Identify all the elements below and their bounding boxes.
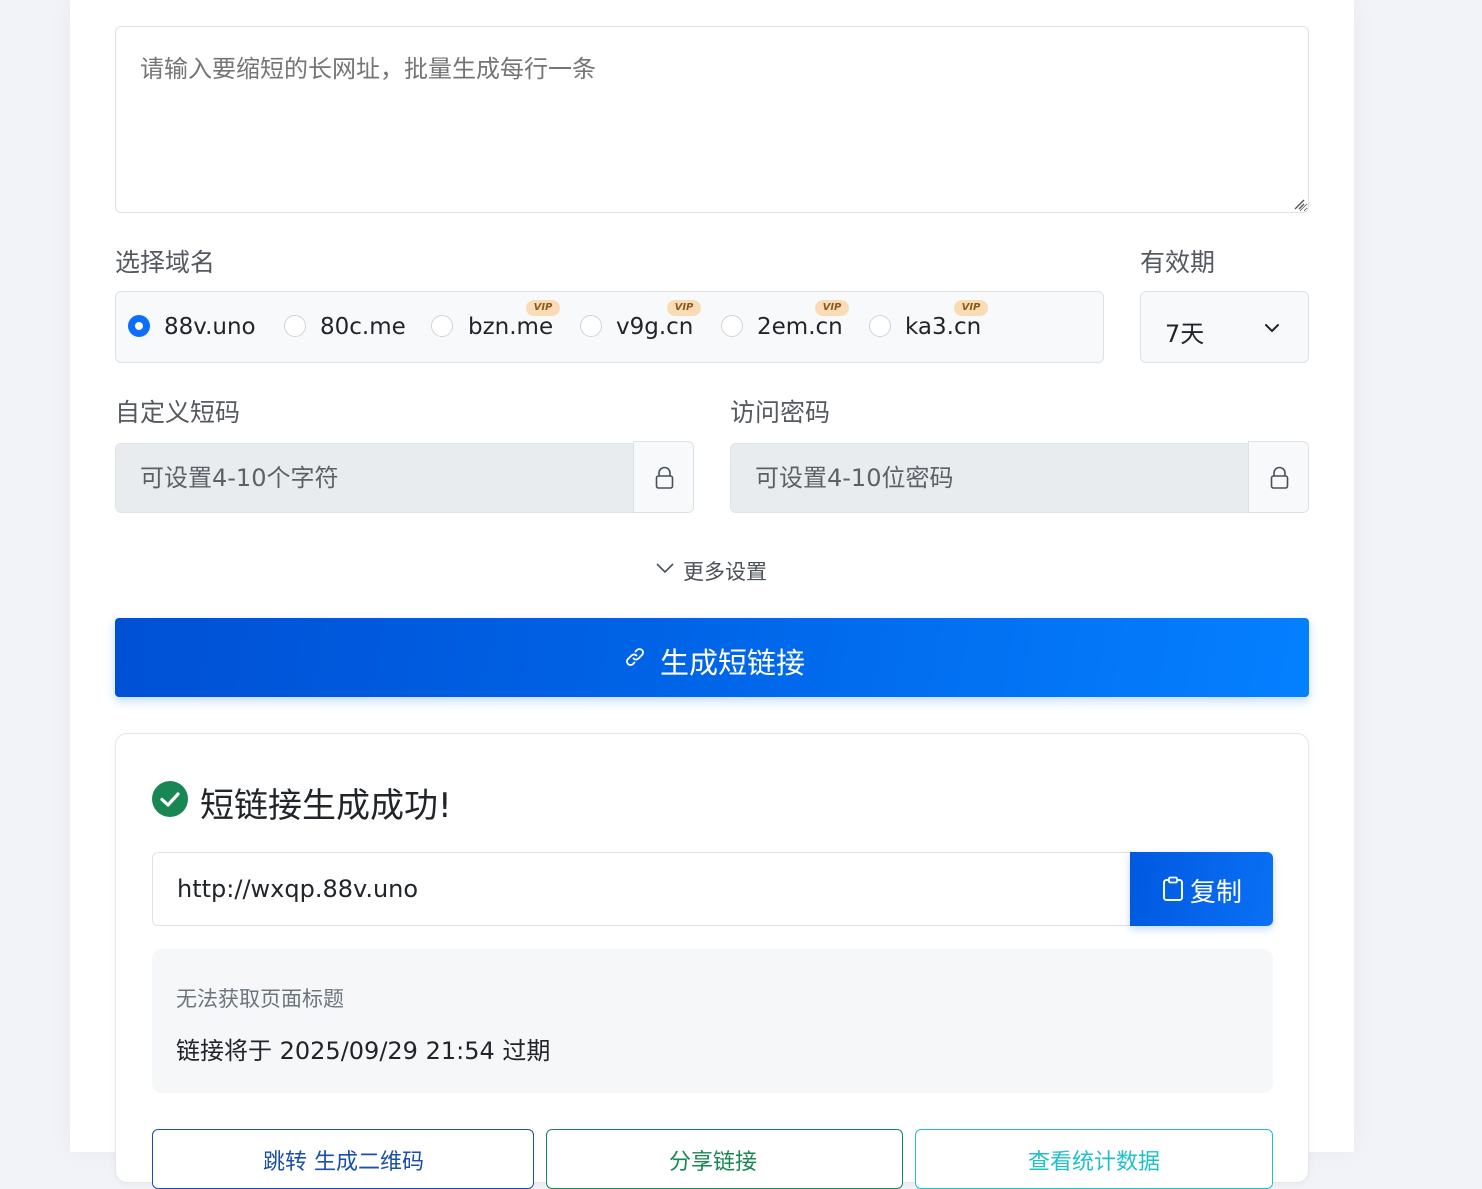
custom-code-label: 自定义短码: [115, 398, 241, 427]
expiry-selected-value: 7天: [1165, 320, 1205, 348]
resize-grip-icon[interactable]: [1294, 199, 1305, 210]
long-url-textarea[interactable]: [115, 26, 1309, 213]
lock-icon: [655, 466, 674, 489]
short-url-field[interactable]: http://wxqp.88v.uno: [152, 852, 1131, 926]
custom-code-group: 可设置4-10个字符: [115, 441, 694, 513]
radio-unchecked-icon[interactable]: [431, 315, 453, 337]
qrcode-button-label: 跳转 生成二维码: [263, 1150, 424, 1175]
password-lock-button[interactable]: [1248, 441, 1309, 513]
domain-option-label: ka3.cn: [905, 314, 982, 340]
chevron-down-icon: [656, 563, 674, 574]
expiry-label: 有效期: [1140, 248, 1216, 277]
domain-radio-group: 88v.uno 80c.me bzn.me VIP v9g.cn VIP 2em…: [115, 291, 1104, 363]
check-circle-icon: [152, 781, 188, 817]
custom-code-lock-button[interactable]: [633, 441, 694, 513]
domain-option-label: bzn.me: [468, 314, 554, 340]
password-label: 访问密码: [730, 398, 831, 427]
radio-unchecked-icon[interactable]: [284, 315, 306, 337]
more-settings-label: 更多设置: [683, 560, 767, 584]
vip-badge: VIP: [667, 300, 701, 316]
domain-option-label: 2em.cn: [757, 314, 843, 340]
expiry-select[interactable]: 7天: [1140, 291, 1309, 363]
password-input[interactable]: 可设置4-10位密码: [730, 443, 1249, 513]
radio-unchecked-icon[interactable]: [869, 315, 891, 337]
link-info-box: 无法获取页面标题 链接将于 2025/09/29 21:54 过期: [152, 949, 1273, 1093]
link-icon: [626, 648, 644, 666]
expire-text: 链接将于 2025/09/29 21:54 过期: [176, 1037, 551, 1065]
page-title-text: 无法获取页面标题: [176, 987, 344, 1011]
domain-option-label: v9g.cn: [616, 314, 694, 340]
vip-badge: VIP: [954, 300, 988, 316]
vip-badge: VIP: [815, 300, 849, 316]
radio-checked-icon[interactable]: [128, 315, 150, 337]
domain-option-label: 80c.me: [320, 314, 406, 340]
password-group: 可设置4-10位密码: [730, 441, 1309, 513]
result-card: 短链接生成成功! http://wxqp.88v.uno 复制 无法获取页面标题…: [115, 733, 1309, 1189]
copy-button[interactable]: 复制: [1130, 852, 1273, 926]
lock-icon: [1270, 466, 1289, 489]
vip-badge: VIP: [526, 300, 560, 316]
copy-button-label: 复制: [1190, 877, 1243, 907]
generate-button-label: 生成短链接: [660, 648, 806, 680]
success-title: 短链接生成成功!: [200, 786, 452, 826]
custom-code-input[interactable]: 可设置4-10个字符: [115, 443, 634, 513]
radio-unchecked-icon[interactable]: [580, 315, 602, 337]
clipboard-icon: [1163, 876, 1183, 901]
domain-option-label: 88v.uno: [164, 314, 256, 340]
radio-unchecked-icon[interactable]: [721, 315, 743, 337]
qrcode-button[interactable]: 跳转 生成二维码: [152, 1129, 534, 1189]
generate-short-link-button[interactable]: 生成短链接: [115, 618, 1309, 697]
domain-label: 选择域名: [115, 248, 216, 277]
stats-button-label: 查看统计数据: [1028, 1150, 1161, 1175]
share-button-label: 分享链接: [669, 1150, 758, 1175]
chevron-down-icon: [1265, 324, 1279, 332]
view-stats-button[interactable]: 查看统计数据: [915, 1129, 1273, 1189]
share-link-button[interactable]: 分享链接: [546, 1129, 903, 1189]
